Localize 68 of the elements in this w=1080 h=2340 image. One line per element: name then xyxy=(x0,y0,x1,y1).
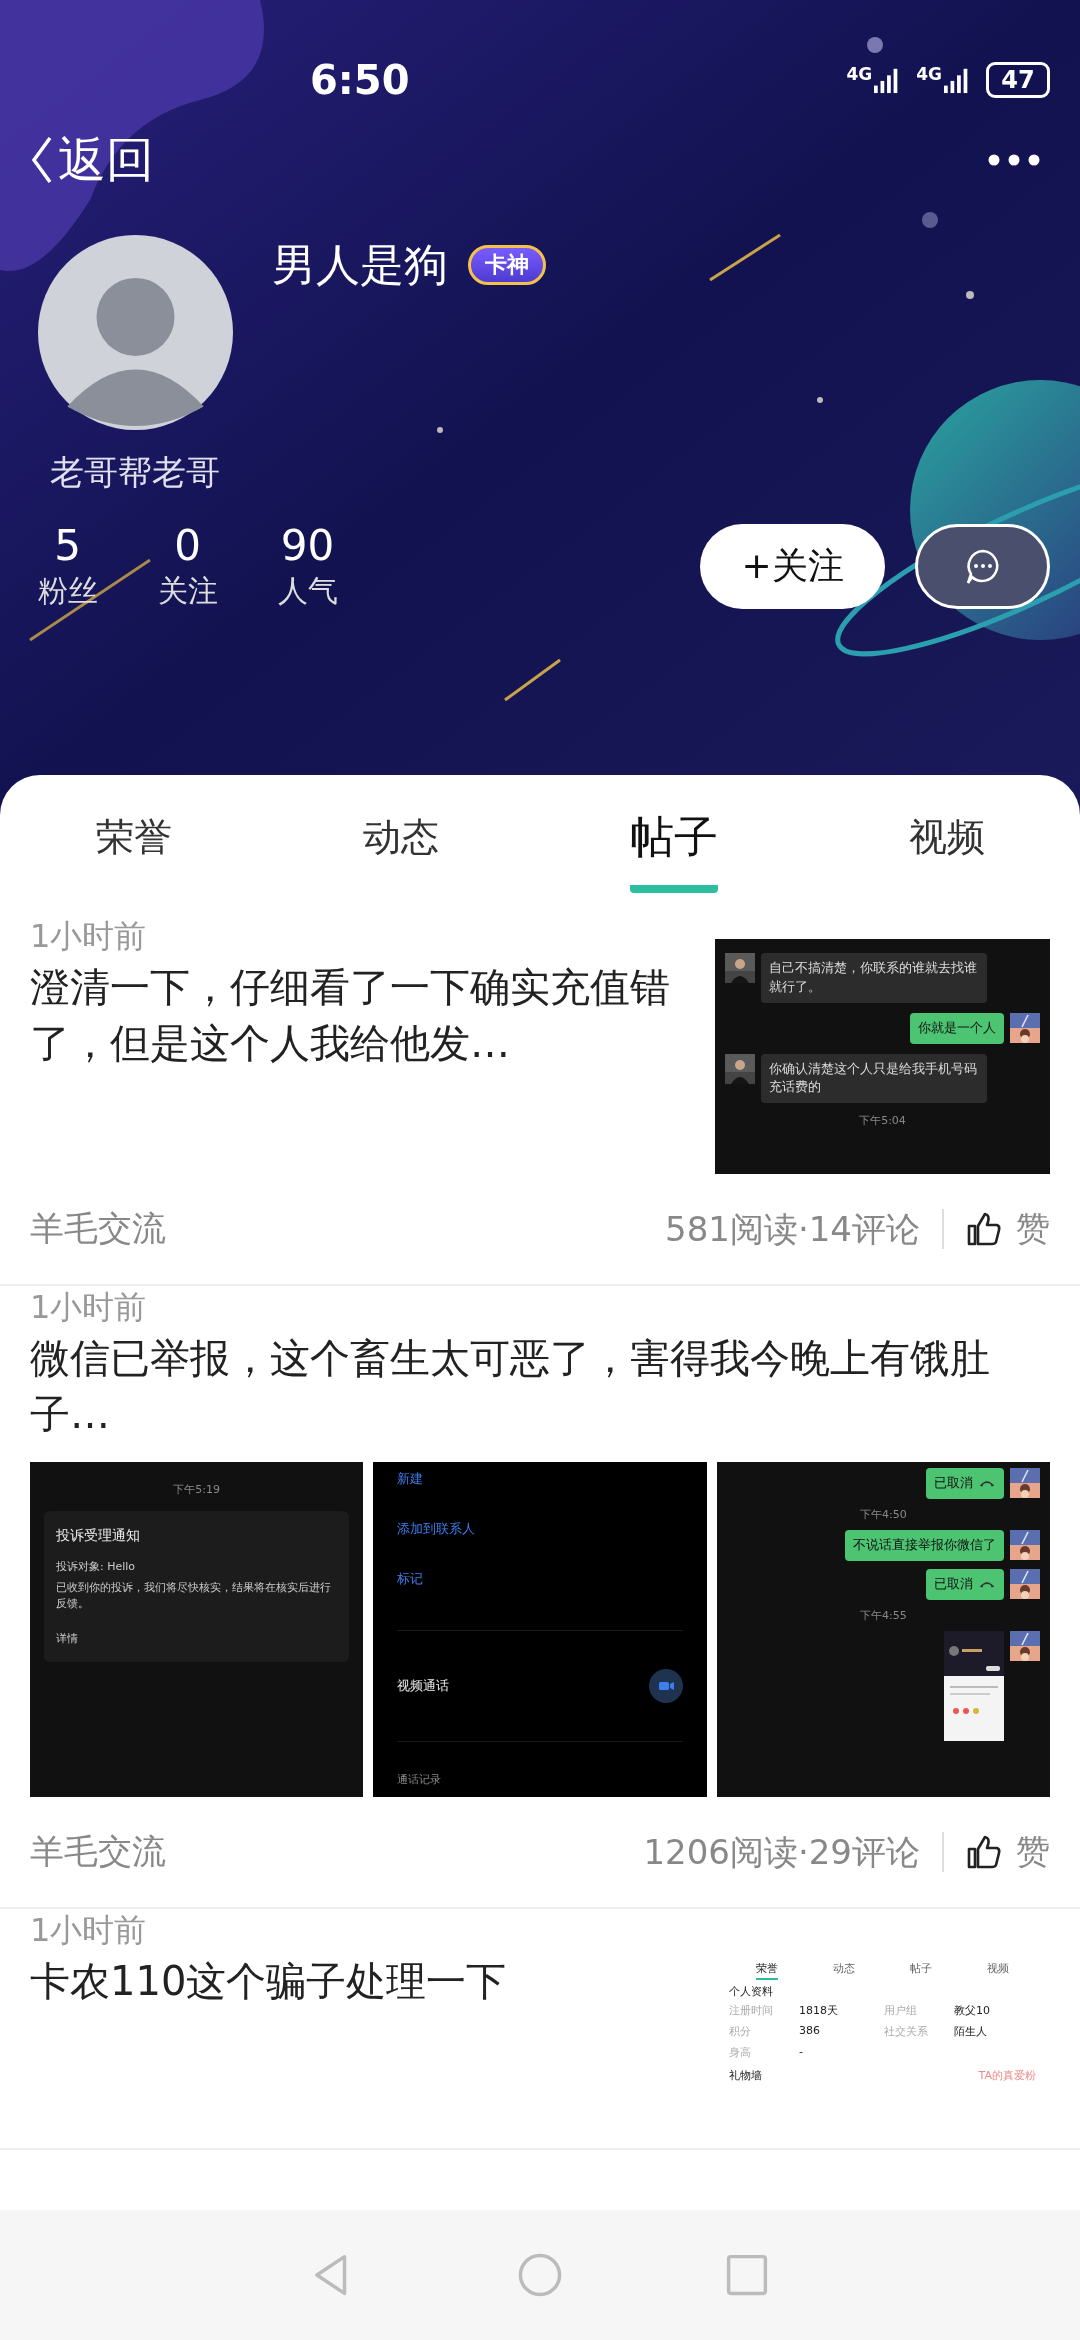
notice-text: 投诉对象: Hello xyxy=(56,1559,137,1575)
chat-time: 下午4:55 xyxy=(859,1607,907,1623)
chat-bubble: 已取消 xyxy=(926,1568,1004,1600)
post-time: 1小时前 xyxy=(30,1910,148,1951)
username: 男人是狗 xyxy=(272,237,448,292)
tab-label: 视频 xyxy=(986,1961,1009,1977)
tab-label: 荣誉 xyxy=(756,1961,779,1980)
user-title: 老哥帮老哥 xyxy=(50,451,220,494)
field-label: 注册时间 xyxy=(729,2003,774,2018)
tab[interactable]: 帖子 xyxy=(629,797,718,893)
status-time: 6:50 xyxy=(310,57,410,103)
post-title: 卡农110这个骗子处理一下 xyxy=(30,1957,508,2006)
back-icon xyxy=(30,134,54,186)
tab-label: 帖子 xyxy=(909,1961,932,1977)
post-title: 微信已举报，这个畜生太可恶了，害得我今晚上有饿肚子… xyxy=(30,1334,991,1439)
thumbs-up-icon xyxy=(966,1211,1002,1247)
phone-icon xyxy=(978,1579,996,1590)
like-button[interactable]: 赞 xyxy=(966,1206,1050,1252)
post-stats: 1206阅读·29评论 xyxy=(643,1831,944,1873)
notice-title: 投诉受理通知 xyxy=(56,1527,141,1545)
section-title: 礼物墙 xyxy=(729,2068,762,2083)
field-label: 社交关系 xyxy=(884,2024,929,2039)
stat-label: 关注 xyxy=(157,572,218,611)
phone-icon xyxy=(978,1478,996,1489)
tab[interactable]: 动态 xyxy=(362,801,439,889)
notice-text: 已收到你的投诉，我们将尽快核实，结果将在核实后进行反馈。 xyxy=(56,1579,332,1612)
home-icon[interactable] xyxy=(517,2252,563,2298)
post-time: 1小时前 xyxy=(30,1287,148,1328)
chat-bubble: 已取消 xyxy=(926,1468,1004,1499)
follow-button[interactable]: +关注 xyxy=(700,524,885,610)
network-label: 4G xyxy=(916,66,942,83)
thumbs-up-icon xyxy=(966,1834,1002,1870)
field-value: 386 xyxy=(799,2024,821,2039)
chat-time: 下午4:50 xyxy=(859,1506,907,1522)
tab-label: 动态 xyxy=(833,1961,856,1977)
field-label: 身高 xyxy=(729,2045,752,2060)
post-time: 1小时前 xyxy=(30,916,148,957)
post-category: 羊毛交流 xyxy=(30,1207,166,1250)
field-value: 陌生人 xyxy=(954,2024,988,2039)
video-call-icon xyxy=(648,1669,683,1703)
section-title: 个人资料 xyxy=(729,1984,774,1999)
field-value: 教父10 xyxy=(954,2003,991,2018)
stat-label: 粉丝 xyxy=(37,572,98,611)
chat-time: 下午5:04 xyxy=(859,1113,906,1129)
tab[interactable]: 荣誉 xyxy=(95,801,172,889)
field-label: 用户组 xyxy=(884,2003,918,2018)
chat-bubble: 你确认清楚这个人只是给我手机号码充话费的 xyxy=(761,1053,987,1104)
stat-value: 0 xyxy=(174,521,201,572)
battery-level: 47 xyxy=(1001,68,1035,92)
field-value: 1818天 xyxy=(799,2003,839,2018)
chat-time: 下午5:19 xyxy=(173,1482,220,1497)
tab[interactable]: 视频 xyxy=(908,801,985,889)
post-category: 羊毛交流 xyxy=(30,1830,166,1873)
chat-bubble: 自己不搞清楚，你联系的谁就去找谁就行了。 xyxy=(761,953,987,1003)
network-label: 4G xyxy=(846,66,873,83)
like-button[interactable]: 赞 xyxy=(966,1829,1050,1875)
field-value: - xyxy=(799,2045,804,2060)
chat-bubble: 不说话直接举报你微信了 xyxy=(845,1529,1004,1561)
stat-value: 5 xyxy=(54,521,81,572)
stat-value: 90 xyxy=(280,521,335,572)
more-icon[interactable] xyxy=(988,154,1040,166)
field-label: 积分 xyxy=(729,2024,752,2039)
chat-bubble: 你就是一个人 xyxy=(910,1012,1004,1044)
rank-badge: 卡神 xyxy=(468,245,546,285)
back-button[interactable]: 返回 xyxy=(30,128,154,192)
post-title: 澄清一下，仔细看了一下确实充值错了，但是这个人我给他发… xyxy=(30,963,671,1068)
post-stats: 581阅读·14评论 xyxy=(665,1208,944,1250)
stat-label: 人气 xyxy=(277,572,338,611)
